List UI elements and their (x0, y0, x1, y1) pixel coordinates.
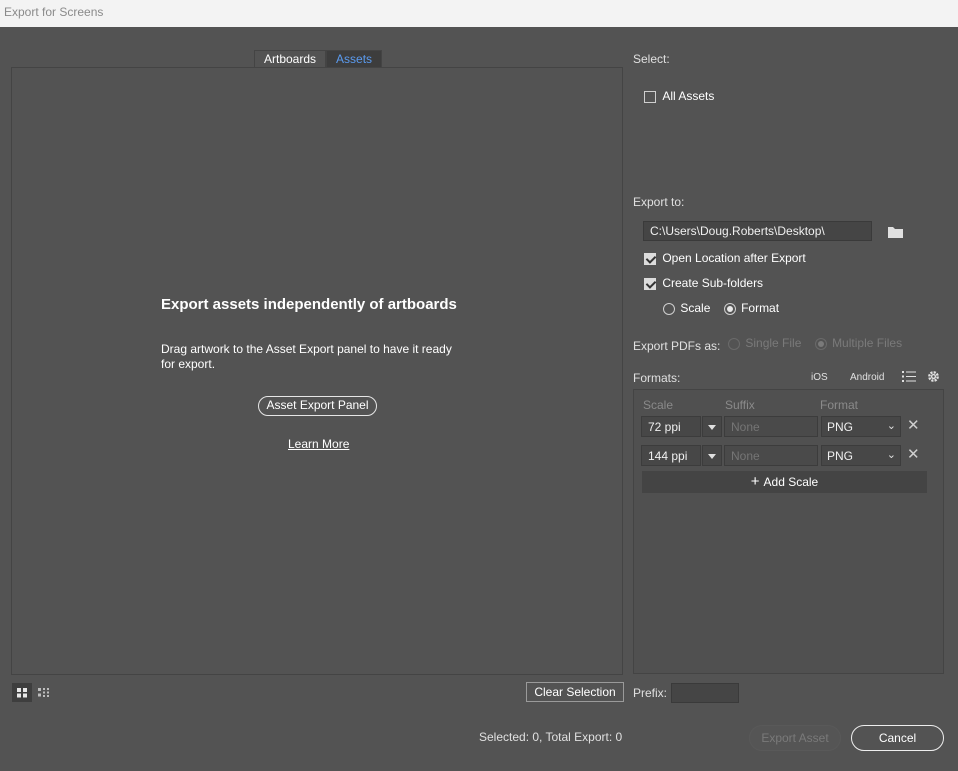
format-select[interactable]: PNG ⌄ (821, 445, 901, 466)
add-scale-button[interactable]: + Add Scale (642, 471, 927, 493)
suffix-field[interactable]: None (724, 416, 818, 437)
export-status: Selected: 0, Total Export: 0 (479, 730, 623, 744)
window-title-bar: Export for Screens (0, 0, 958, 27)
window-title: Export for Screens (4, 5, 104, 19)
open-location-row: Open Location after Export (644, 251, 806, 265)
empty-state-description: Drag artwork to the Asset Export panel t… (161, 342, 452, 371)
list-settings-icon[interactable] (902, 370, 916, 383)
export-path-field[interactable]: C:\Users\Doug.Roberts\Desktop\ (643, 221, 872, 241)
empty-state-title: Export assets independently of artboards (161, 296, 457, 313)
open-location-checkbox[interactable] (644, 252, 656, 265)
clear-selection-button[interactable]: Clear Selection (526, 682, 624, 702)
format-column-header: Format (820, 398, 859, 412)
suffix-field[interactable]: None (724, 445, 818, 466)
sub-folders-row: Create Sub-folders (644, 276, 763, 290)
export-asset-button[interactable]: Export Asset (749, 725, 841, 751)
formats-box: Scale Suffix Format 72 ppi None PNG ⌄ ✕ … (633, 389, 944, 674)
suffix-column-header: Suffix (725, 398, 755, 412)
export-pdfs-label: Export PDFs as: (633, 339, 721, 353)
assets-panel: Export assets independently of artboards… (11, 67, 623, 675)
all-assets-row: All Assets (644, 89, 714, 103)
tab-assets[interactable]: Assets (326, 50, 383, 68)
scale-column-header: Scale (643, 398, 674, 412)
single-file-label: Single File (745, 336, 802, 350)
plus-icon: + (750, 473, 760, 490)
list-view-button[interactable] (35, 683, 55, 702)
add-scale-label: Add Scale (763, 475, 819, 489)
format-radio[interactable] (723, 302, 736, 315)
folder-icon[interactable] (887, 225, 904, 239)
scale-dropdown-button[interactable] (702, 445, 722, 466)
scale-radio-label: Scale (680, 301, 711, 315)
sub-folder-mode-row: Scale Format (663, 301, 779, 315)
scale-radio[interactable] (663, 302, 675, 315)
chevron-down-icon: ⌄ (886, 449, 896, 461)
select-label: Select: (633, 52, 670, 66)
single-file-radio[interactable] (728, 337, 740, 350)
remove-scale-button[interactable]: ✕ (907, 447, 920, 462)
scale-dropdown-button[interactable] (702, 416, 722, 437)
prefix-label: Prefix: (633, 686, 668, 700)
scale-field-144[interactable]: 144 ppi (641, 445, 701, 466)
all-assets-checkbox[interactable] (644, 90, 656, 103)
format-select-value: PNG (827, 449, 854, 463)
export-to-label: Export to: (633, 195, 685, 209)
cancel-button[interactable]: Cancel (851, 725, 944, 751)
learn-more-link[interactable]: Learn More (288, 437, 349, 451)
grid-view-button[interactable] (12, 683, 32, 702)
sub-folders-label: Create Sub-folders (662, 276, 764, 290)
multiple-files-radio[interactable] (814, 337, 827, 350)
format-select-value: PNG (827, 420, 854, 434)
gear-icon[interactable] (927, 370, 940, 383)
asset-export-panel-button[interactable]: Asset Export Panel (258, 396, 377, 416)
chevron-down-icon: ⌄ (886, 420, 896, 432)
formats-label: Formats: (633, 371, 681, 385)
format-radio-label: Format (741, 301, 780, 315)
export-pdfs-options: Single File Multiple Files (728, 336, 902, 350)
sub-folders-checkbox[interactable] (644, 277, 656, 290)
view-tabs: Artboards Assets (254, 50, 383, 68)
tab-artboards[interactable]: Artboards (254, 50, 327, 68)
prefix-input[interactable] (671, 683, 739, 703)
android-button[interactable]: Android (850, 372, 884, 383)
remove-scale-button[interactable]: ✕ (907, 418, 920, 433)
all-assets-label: All Assets (662, 89, 715, 103)
list-view-icon (38, 688, 49, 697)
ios-button[interactable]: iOS (811, 372, 828, 383)
scale-field-72[interactable]: 72 ppi (641, 416, 701, 437)
format-select[interactable]: PNG ⌄ (821, 416, 901, 437)
multiple-files-label: Multiple Files (832, 336, 903, 350)
grid-icon (17, 688, 27, 698)
open-location-label: Open Location after Export (662, 251, 806, 265)
